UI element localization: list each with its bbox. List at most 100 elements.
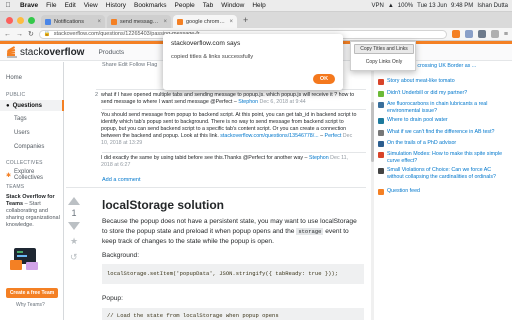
hot-question-title[interactable]: Didn't Underbill or did my partner? xyxy=(387,90,467,97)
tab-label: send message from popup to backg xyxy=(120,18,161,25)
site-icon xyxy=(378,118,384,124)
site-icon xyxy=(378,152,384,158)
back-arrow-icon[interactable]: ← xyxy=(4,31,11,38)
comment-timestamp[interactable]: Dec 6, 2018 at 9:44 xyxy=(260,99,306,105)
sidebar-item-users[interactable]: Users xyxy=(14,130,30,136)
alert-origin: stackoverflow.com says xyxy=(171,40,241,47)
downvote-button[interactable] xyxy=(68,222,80,230)
vpn-status[interactable]: VPN xyxy=(371,3,383,9)
menu-history[interactable]: History xyxy=(102,2,130,9)
upvote-button[interactable] xyxy=(68,197,80,205)
extension-icon[interactable] xyxy=(490,30,499,38)
page-scrollbar[interactable] xyxy=(371,62,374,320)
code-text: // Load the state from localStorage when… xyxy=(107,312,279,319)
window-controls xyxy=(0,16,41,24)
alert-ok-button[interactable]: OK xyxy=(313,74,335,84)
tab-notifications[interactable]: Notifications × xyxy=(41,15,105,28)
hot-question-title[interactable]: Simulation Modes: How to make this spite… xyxy=(387,151,508,164)
copy-links-extension-icon[interactable] xyxy=(477,30,486,38)
wifi-icon[interactable]: ▲ xyxy=(388,3,394,9)
brave-shields-icon[interactable] xyxy=(451,30,460,38)
menu-help[interactable]: Help xyxy=(248,2,269,9)
hot-question-title[interactable]: Are fluorocarbons in chain lubricants a … xyxy=(387,101,508,114)
site-icon xyxy=(378,141,384,147)
comment-author[interactable]: Perfect xyxy=(325,133,342,139)
hot-question[interactable]: What if we can't find the difference in … xyxy=(378,129,508,136)
menu-tab[interactable]: Tab xyxy=(199,2,217,9)
post-menu[interactable]: Share Edit Follow Flag xyxy=(102,62,157,68)
copy-titles-and-links-button[interactable]: Copy Titles and Links xyxy=(354,44,414,54)
menu-edit[interactable]: Edit xyxy=(61,2,80,9)
new-tab-button[interactable]: + xyxy=(239,15,252,25)
menu-people[interactable]: People xyxy=(171,2,199,9)
hot-question[interactable]: On the trails of a PhD advisor xyxy=(378,140,508,147)
macos-menubar:  Brave File Edit View History Bookmarks… xyxy=(0,0,512,12)
code-text: localStorage.setItem('popupData', JSON.s… xyxy=(107,270,339,277)
inline-code: storage xyxy=(296,228,324,235)
sidebar-item-home[interactable]: Home xyxy=(6,75,22,81)
menubar-user[interactable]: Ishan Dutta xyxy=(477,3,508,9)
menubar-time[interactable]: 9:48 PM xyxy=(451,3,473,9)
hot-question-title[interactable]: Story about meat-like tomato xyxy=(387,78,455,85)
bookmark-icon[interactable]: ★ xyxy=(70,236,78,247)
menu-file[interactable]: File xyxy=(42,2,60,9)
hot-question-title[interactable]: Where to drain pool water xyxy=(387,117,448,124)
history-icon[interactable]: ↺ xyxy=(70,252,78,263)
tab-google-chrome-passing[interactable]: google chrome - Passing messa × xyxy=(173,15,237,28)
maximize-window-button[interactable] xyxy=(28,16,35,24)
sidebar-section-collectives: COLLECTIVES xyxy=(6,160,43,166)
create-free-team-button[interactable]: Create a free Team xyxy=(6,288,58,298)
reload-icon[interactable]: ↻ xyxy=(28,30,34,38)
hot-question-title[interactable]: Small Violations of Choice: Can we force… xyxy=(387,167,508,180)
comment-body: I did exactly the same by using tabid be… xyxy=(101,155,349,168)
extension-icon[interactable] xyxy=(464,30,473,38)
sidebar-item-label: Questions xyxy=(12,102,42,109)
menu-view[interactable]: View xyxy=(80,2,102,9)
hot-question[interactable]: Where to drain pool water xyxy=(378,117,508,124)
close-tab-icon[interactable]: × xyxy=(97,19,101,25)
menu-icon[interactable]: ≡ xyxy=(504,31,508,38)
question-feed-link[interactable]: Question feed xyxy=(378,188,508,195)
menubar-date[interactable]: Tue 13 Jun xyxy=(417,3,447,9)
hot-question[interactable]: Small Violations of Choice: Can we force… xyxy=(378,167,508,180)
why-teams-link[interactable]: Why Teams? xyxy=(16,302,45,308)
hot-question[interactable]: Didn't Underbill or did my partner? xyxy=(378,90,508,97)
copy-links-only-button[interactable]: Copy Links Only xyxy=(354,57,414,67)
hot-question[interactable]: Story about meat-like tomato xyxy=(378,78,508,85)
tab-send-message[interactable]: send message from popup to backg × xyxy=(107,15,171,28)
minimize-window-button[interactable] xyxy=(17,16,24,24)
battery-level[interactable]: 100% xyxy=(398,3,413,9)
sidebar-section-teams: TEAMS xyxy=(6,184,25,190)
comment-author[interactable]: Stephon xyxy=(238,99,258,105)
sidebar-item-questions[interactable]: ● Questions xyxy=(0,100,64,111)
sidebar-item-companies[interactable]: Companies xyxy=(14,144,44,150)
menu-app[interactable]: Brave xyxy=(16,2,42,9)
sidebar-item-explore-collectives[interactable]: ✱ Explore Collectives xyxy=(6,169,63,181)
close-tab-icon[interactable]: × xyxy=(163,19,167,25)
hot-question-title[interactable]: What if we can't find the difference in … xyxy=(387,129,495,136)
menu-bookmarks[interactable]: Bookmarks xyxy=(130,2,171,9)
products-link[interactable]: Products xyxy=(98,49,124,56)
code-block: localStorage.setItem('popupData', JSON.s… xyxy=(102,264,364,284)
hot-question[interactable]: Simulation Modes: How to make this spite… xyxy=(378,151,508,164)
hot-question-title[interactable]: On the trails of a PhD advisor xyxy=(387,140,456,147)
hot-network-questions: ...every time crossing UK Border as ... … xyxy=(378,62,512,320)
stackoverflow-favicon-icon xyxy=(177,18,183,25)
extension-popup: Copy Titles and Links Copy Links Only xyxy=(350,41,416,71)
close-window-button[interactable] xyxy=(6,16,13,24)
comment-author[interactable]: Stephon xyxy=(309,155,329,161)
scrollbar-thumb[interactable] xyxy=(371,102,374,162)
question-feed-label[interactable]: Question feed xyxy=(387,188,420,195)
sidebar-item-tags[interactable]: Tags xyxy=(14,116,27,122)
forward-arrow-icon[interactable]: → xyxy=(16,31,23,38)
menu-window[interactable]: Window xyxy=(217,2,248,9)
apple-menu-icon[interactable]:  xyxy=(0,2,16,9)
close-tab-icon[interactable]: × xyxy=(229,19,233,25)
add-comment-link[interactable]: Add a comment xyxy=(102,177,141,183)
vote-count: 1 xyxy=(71,208,77,218)
stackoverflow-logo[interactable]: stackoverflow xyxy=(6,46,84,58)
comment-divider xyxy=(102,109,366,110)
stackoverflow-favicon-icon xyxy=(111,18,117,25)
hot-question[interactable]: Are fluorocarbons in chain lubricants a … xyxy=(378,101,508,114)
comment-link[interactable]: stackoverflow.com/questions/13546778/... xyxy=(220,133,318,139)
